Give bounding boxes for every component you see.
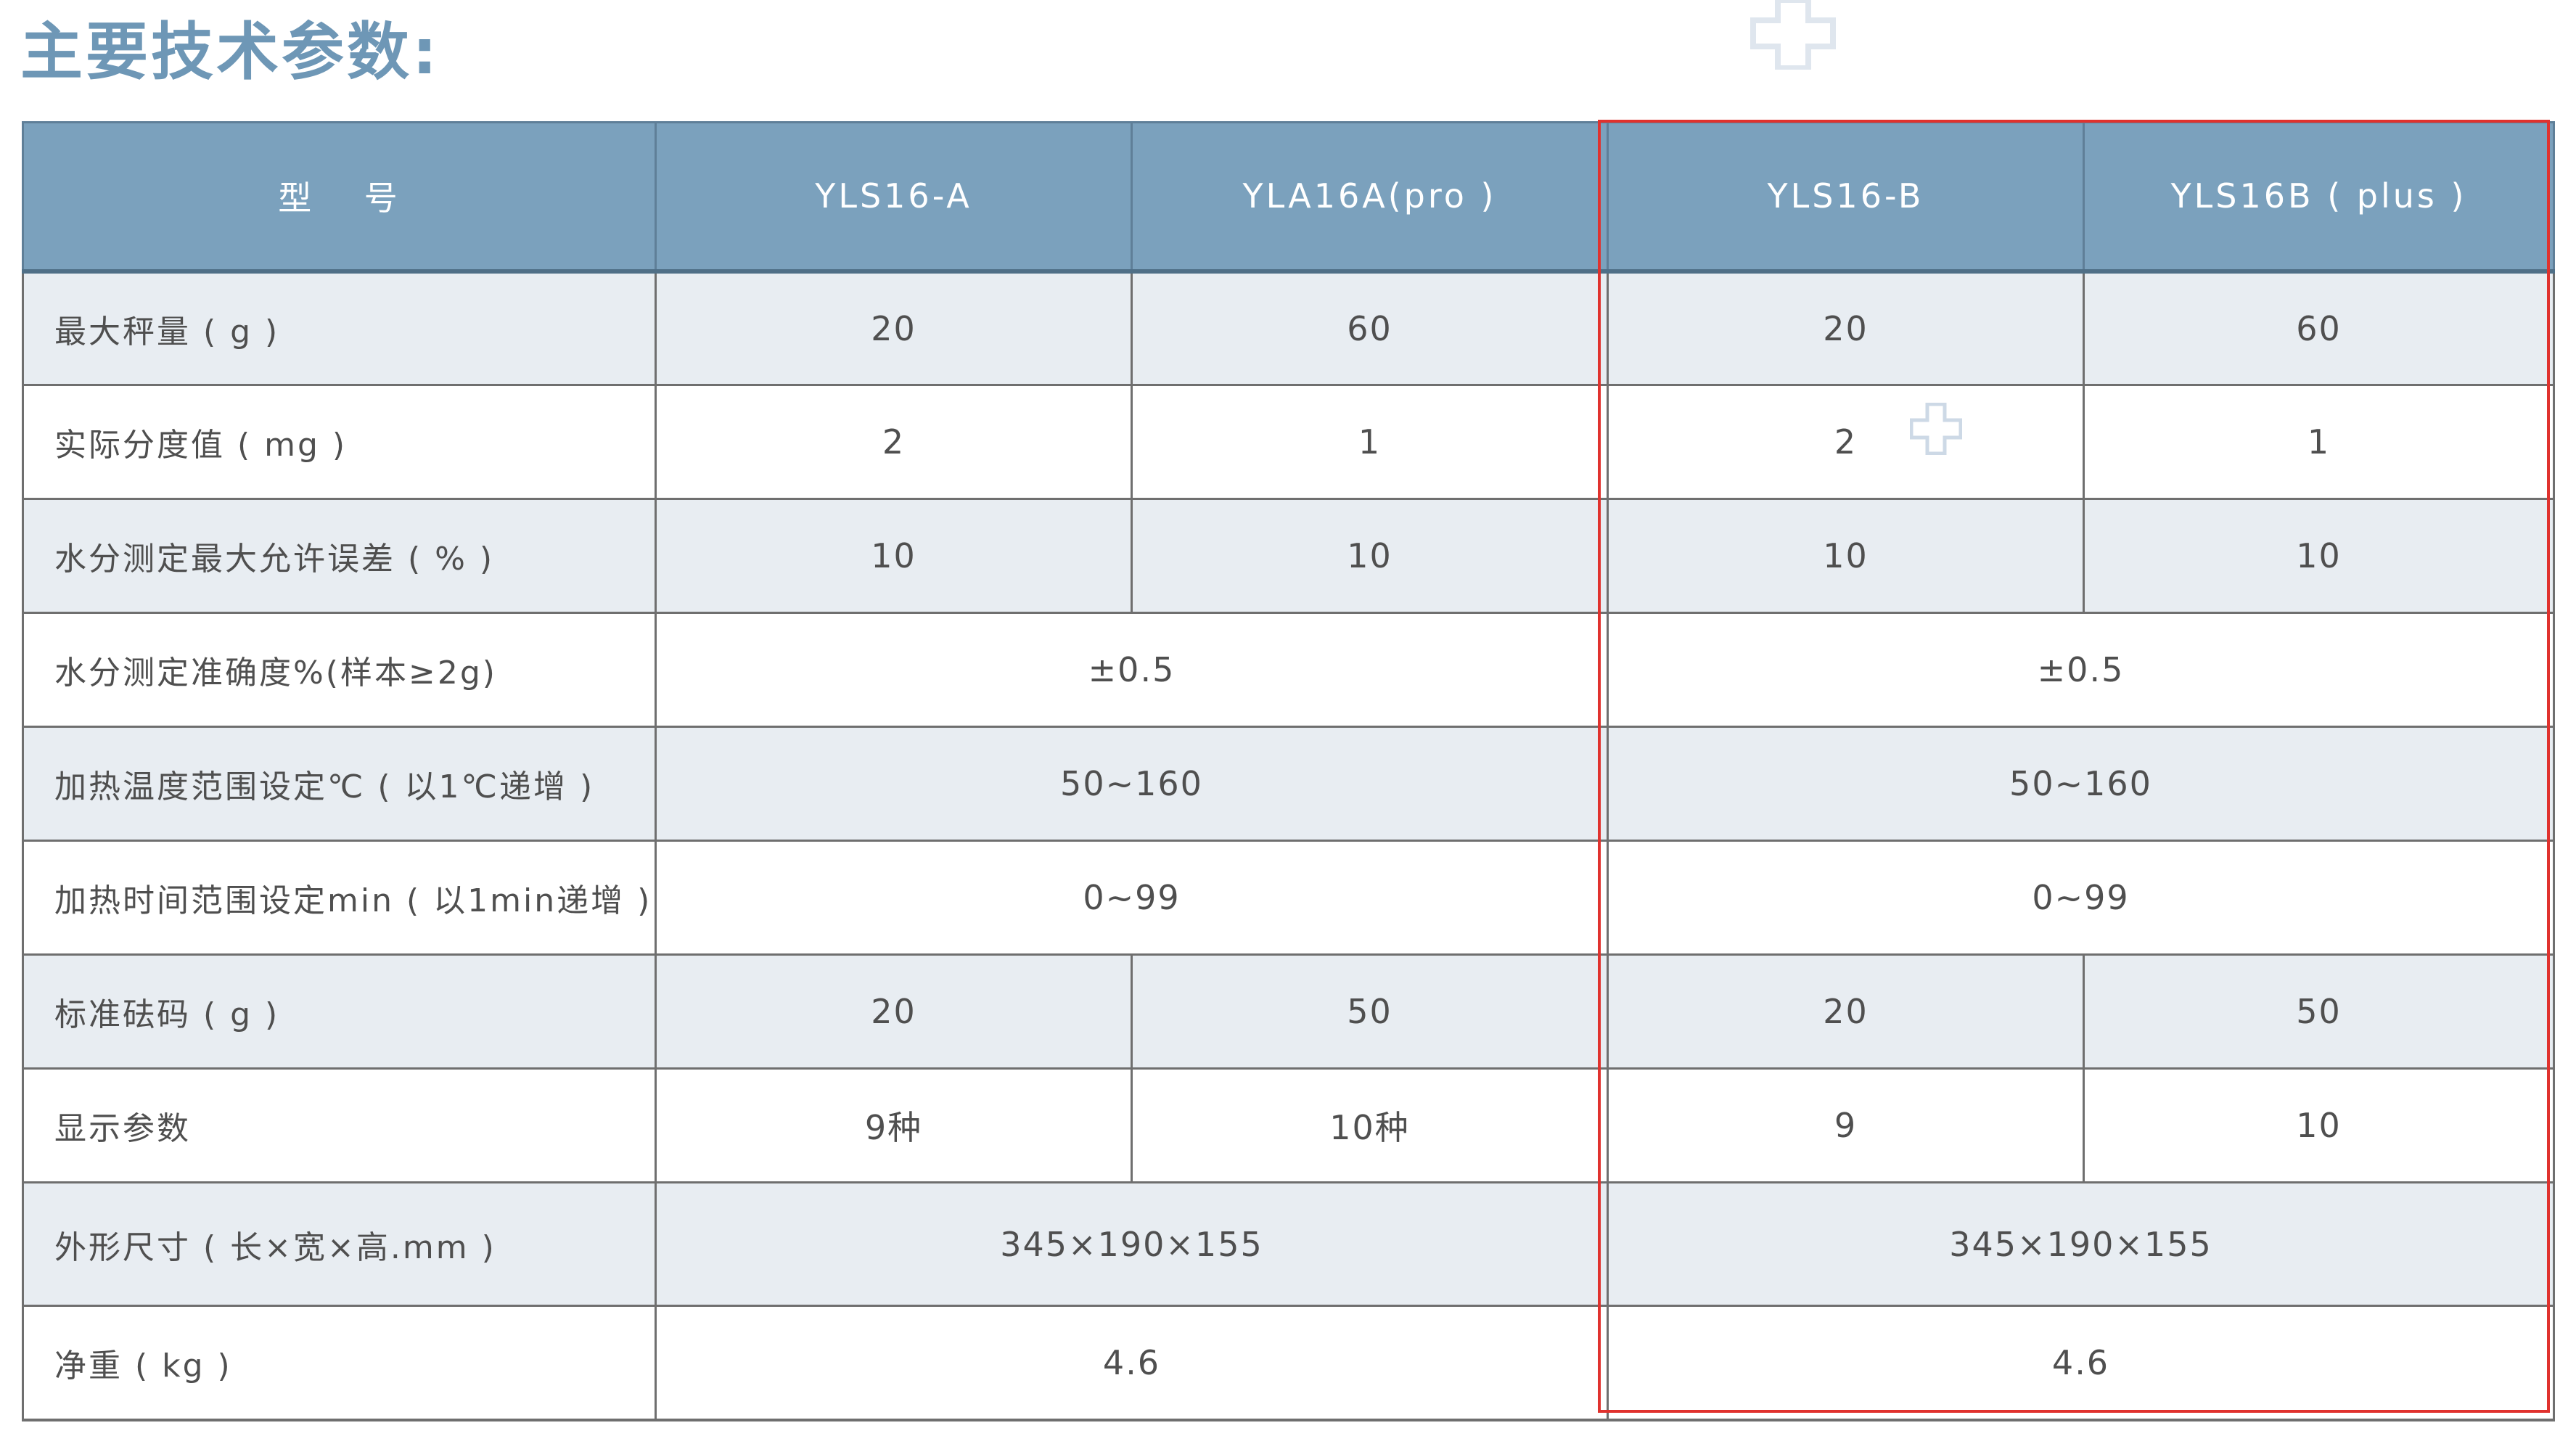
table-cell: 50 [2083,953,2555,1070]
table-row: 水分测定准确度%(样本≥2g) ±0.5 ±0.5 [22,612,2555,728]
table-cell: 10 [1131,498,1609,614]
row-label: 加热温度范围设定℃ ( 以1℃递增 ) [22,726,657,842]
table-cell: 60 [1131,270,1609,386]
table-row: 加热时间范围设定min ( 以1min递增 ) 0~99 0~99 [22,840,2555,956]
table-cell: 50~160 [1607,726,2555,842]
table-cell: 20 [655,953,1133,1070]
table-row: 净重 ( kg ) 4.6 4.6 [22,1305,2555,1421]
row-label: 净重 ( kg ) [22,1305,657,1421]
header-yls16b-plus: YLS16B ( plus ) [2083,121,2555,274]
table-cell: 9 [1607,1067,2085,1183]
table-row: 水分测定最大允许误差 ( % ) 10 10 10 10 [22,498,2555,614]
table-cell: ±0.5 [1607,612,2555,728]
table-cell: 2 [655,384,1133,500]
table-cell: 60 [2083,270,2555,386]
header-yls16-a: YLS16-A [655,121,1133,274]
cross-outline-icon [1750,0,1836,70]
table-cell: 4.6 [1607,1305,2555,1421]
table-cell: 50~160 [655,726,1609,842]
table-row: 显示参数 9种 10种 9 10 [22,1067,2555,1183]
table-row: 最大秤量 ( g ) 20 60 20 60 [22,270,2555,386]
spec-table: 型 号 YLS16-A YLA16A(pro ) YLS16-B YLS16B … [22,121,2555,1421]
row-label: 水分测定准确度%(样本≥2g) [22,612,657,728]
table-cell: ±0.5 [655,612,1609,728]
table-cell: 10 [1607,498,2085,614]
table-cell: 20 [1607,953,2085,1070]
table-cell: 1 [1131,384,1609,500]
header-model: 型 号 [22,121,657,274]
table-cell: 10种 [1131,1067,1609,1183]
row-label: 实际分度值 ( mg ) [22,384,657,500]
table-row: 标准砝码 ( g ) 20 50 20 50 [22,953,2555,1070]
cross-outline-icon [1910,403,1962,455]
table-cell: 50 [1131,953,1609,1070]
table-cell: 20 [1607,270,2085,386]
table-cell: 1 [2083,384,2555,500]
page-title: 主要技术参数: [20,16,440,89]
table-cell: 10 [2083,1067,2555,1183]
table-row: 加热温度范围设定℃ ( 以1℃递增 ) 50~160 50~160 [22,726,2555,842]
table-cell: 4.6 [655,1305,1609,1421]
header-yls16-b: YLS16-B [1607,121,2085,274]
row-label: 显示参数 [22,1067,657,1183]
table-cell: 345×190×155 [655,1181,1609,1307]
table-cell: 0~99 [655,840,1609,956]
table-cell: 9种 [655,1067,1133,1183]
header-yla16a-pro: YLA16A(pro ) [1131,121,1609,274]
row-label: 水分测定最大允许误差 ( % ) [22,498,657,614]
table-row: 实际分度值 ( mg ) 2 1 2 1 [22,384,2555,500]
row-label: 最大秤量 ( g ) [22,270,657,386]
table-header-row: 型 号 YLS16-A YLA16A(pro ) YLS16-B YLS16B … [22,121,2555,274]
table-cell: 2 [1607,384,2085,500]
table-cell: 345×190×155 [1607,1181,2555,1307]
table-cell: 0~99 [1607,840,2555,956]
row-label: 加热时间范围设定min ( 以1min递增 ) [22,840,657,956]
table-cell: 10 [655,498,1133,614]
table-cell: 20 [655,270,1133,386]
table-cell: 10 [2083,498,2555,614]
table-row: 外形尺寸 ( 长×宽×高.mm ) 345×190×155 345×190×15… [22,1181,2555,1307]
row-label: 外形尺寸 ( 长×宽×高.mm ) [22,1181,657,1307]
row-label: 标准砝码 ( g ) [22,953,657,1070]
